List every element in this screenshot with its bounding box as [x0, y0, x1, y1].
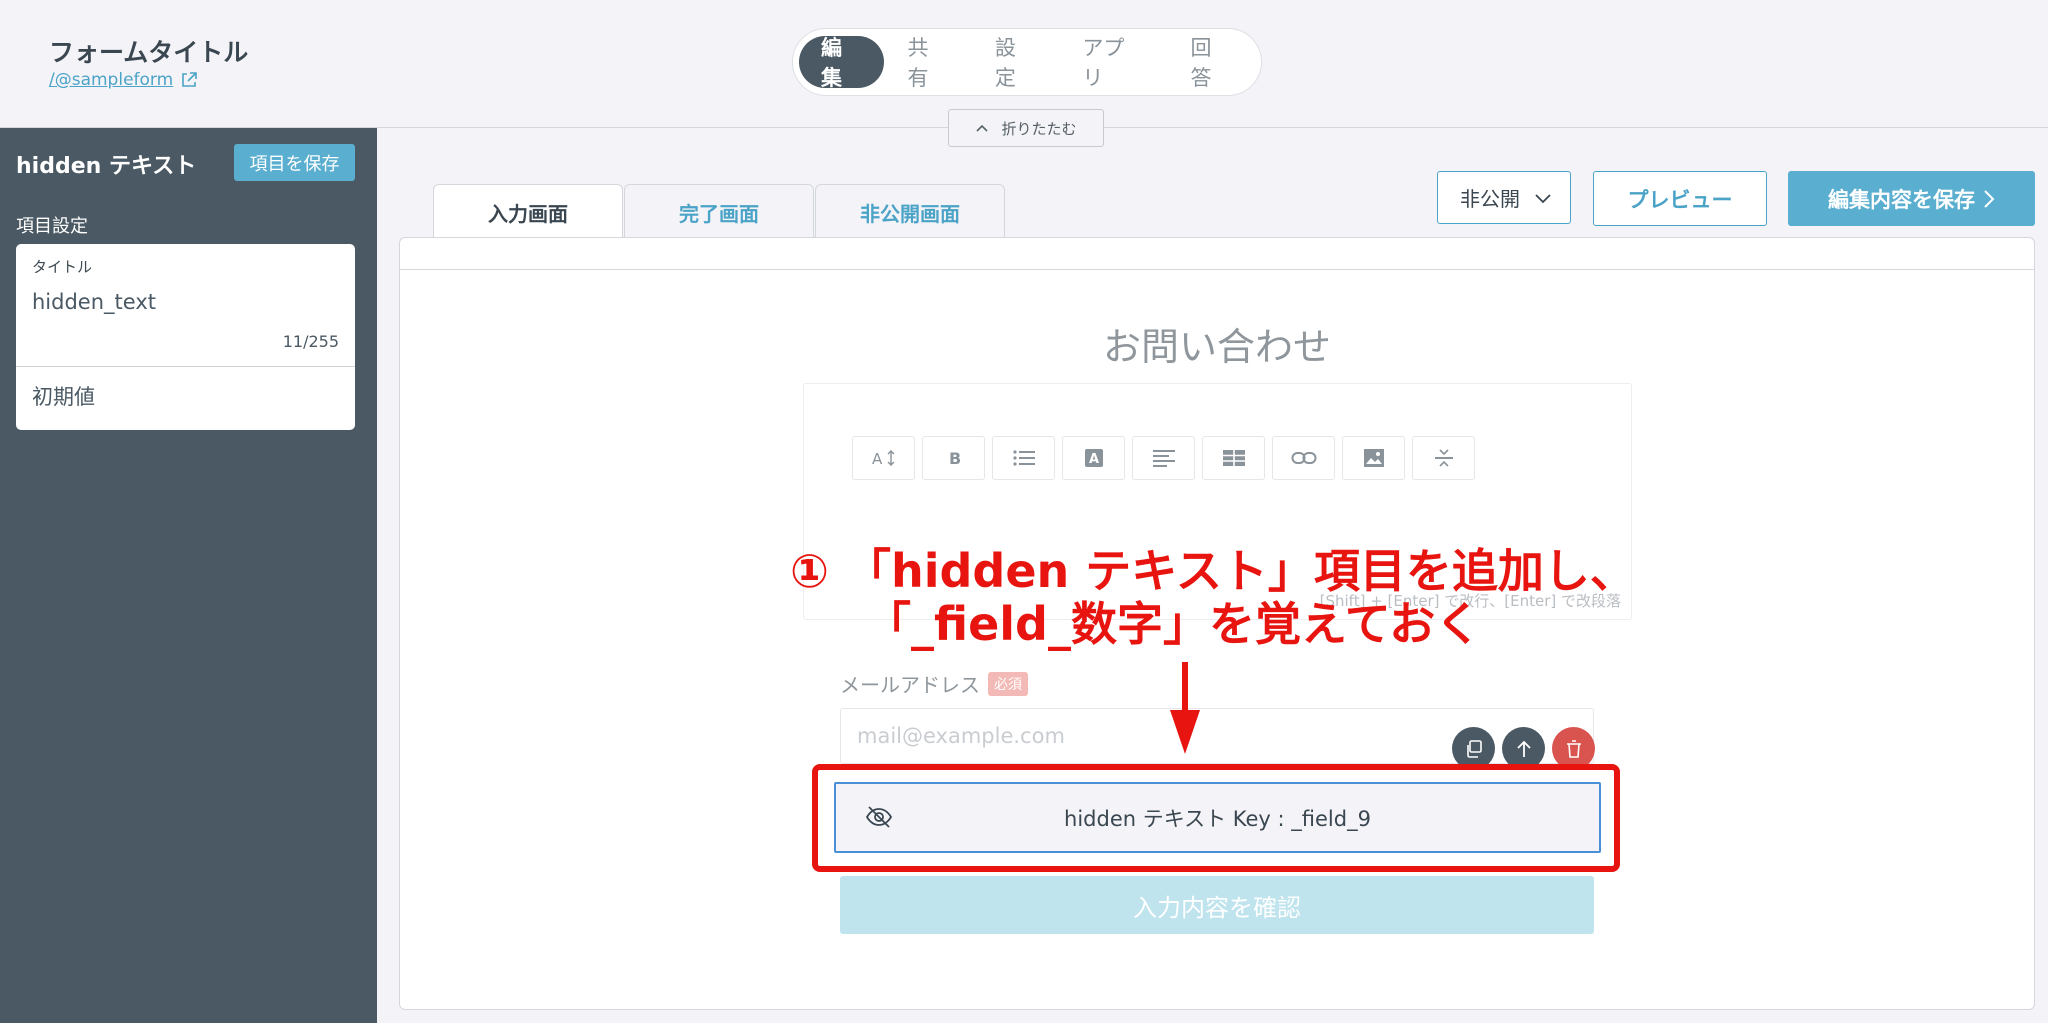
form-title: フォームタイトル	[49, 38, 249, 67]
chevron-down-icon	[1535, 193, 1551, 203]
chevron-up-icon	[976, 124, 989, 132]
divider-icon[interactable]	[1412, 436, 1475, 480]
editor-toolbar: A B A	[852, 436, 1475, 480]
annotation-line-2: 「_field_数字」を覚えておく	[865, 597, 1482, 651]
nav-apps[interactable]: アプリ	[1059, 36, 1167, 90]
svg-text:B: B	[949, 449, 961, 468]
visibility-select[interactable]: 非公開	[1437, 171, 1571, 224]
form-heading[interactable]: お問い合わせ	[400, 316, 2034, 371]
email-field-label: メールアドレス 必須	[840, 669, 1028, 698]
collapse-button[interactable]: 折りたたむ	[948, 109, 1104, 147]
main-nav: 編集 共有 設定 アプリ 回答	[792, 28, 1262, 96]
preview-button[interactable]: プレビュー	[1593, 171, 1767, 226]
svg-text:A: A	[872, 450, 883, 468]
annotation-highlight-box	[812, 764, 1620, 872]
save-changes-label: 編集内容を保存	[1828, 187, 1975, 212]
link-icon[interactable]	[1272, 436, 1335, 480]
nav-responses[interactable]: 回答	[1168, 36, 1255, 90]
nav-settings[interactable]: 設定	[972, 36, 1059, 90]
collapse-label: 折りたたむ	[1001, 119, 1077, 138]
email-label-text: メールアドレス	[840, 673, 980, 697]
bold-icon[interactable]: B	[922, 436, 985, 480]
copy-icon	[1466, 739, 1482, 758]
initial-value-field[interactable]: 初期値	[32, 381, 95, 411]
nav-edit[interactable]: 編集	[799, 36, 885, 90]
title-char-count: 11/255	[282, 332, 339, 351]
card-divider	[16, 366, 355, 367]
annotation-arrow-icon	[1170, 662, 1200, 754]
external-link-icon	[182, 72, 197, 87]
svg-text:A: A	[1089, 452, 1099, 467]
nav-share[interactable]: 共有	[884, 36, 971, 90]
list-icon[interactable]	[992, 436, 1055, 480]
save-item-button[interactable]: 項目を保存	[234, 144, 355, 181]
confirm-input-button[interactable]: 入力内容を確認	[840, 876, 1594, 934]
tab-input-screen[interactable]: 入力画面	[433, 184, 623, 240]
text-color-icon[interactable]: A	[1062, 436, 1125, 480]
tab-private-screen[interactable]: 非公開画面	[815, 184, 1005, 239]
field-settings-sidebar: hidden テキスト 項目を保存 項目設定 タイトル hidden_text …	[0, 128, 377, 1023]
visibility-value: 非公開	[1460, 187, 1520, 211]
sidebar-title: hidden テキスト	[16, 154, 197, 179]
font-size-icon[interactable]: A	[852, 436, 915, 480]
form-url-link[interactable]: /@sampleform	[49, 70, 197, 90]
tab-complete-screen[interactable]: 完了画面	[624, 184, 814, 239]
form-url-text[interactable]: /@sampleform	[49, 70, 173, 90]
table-icon[interactable]	[1202, 436, 1265, 480]
save-changes-button[interactable]: 編集内容を保存	[1788, 171, 2035, 226]
field-settings-card: タイトル hidden_text 11/255 初期値	[16, 244, 355, 430]
arrow-up-icon	[1516, 740, 1531, 757]
title-field-label: タイトル	[32, 258, 93, 276]
image-icon[interactable]	[1342, 436, 1405, 480]
panel-divider	[400, 269, 2034, 270]
title-field-input[interactable]: hidden_text	[32, 290, 156, 314]
align-icon[interactable]	[1132, 436, 1195, 480]
trash-icon	[1566, 739, 1581, 758]
sidebar-section-label: 項目設定	[16, 216, 88, 237]
chevron-right-icon	[1984, 189, 1995, 208]
required-badge: 必須	[988, 671, 1028, 696]
